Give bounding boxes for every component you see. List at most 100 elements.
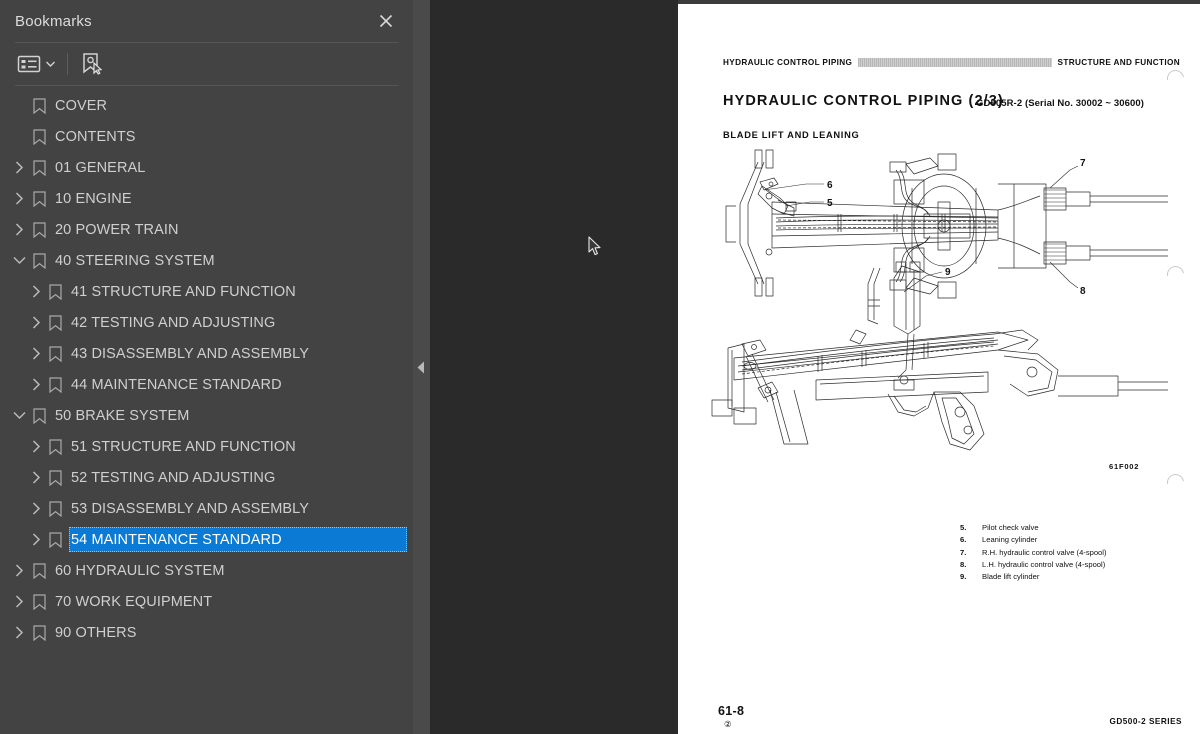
- legend-row: 9. Blade lift cylinder: [960, 571, 1107, 583]
- chevron-right-icon[interactable]: [29, 285, 43, 299]
- bookmark-item[interactable]: 50 BRAKE SYSTEM: [0, 400, 413, 431]
- bookmark-icon: [49, 531, 62, 548]
- mouse-cursor: [588, 236, 602, 257]
- chevron-down-icon[interactable]: [45, 59, 55, 69]
- legend-row: 8. L.H. hydraulic control valve (4-spool): [960, 559, 1107, 571]
- legend-row: 7. R.H. hydraulic control valve (4-spool): [960, 547, 1107, 559]
- redaction-bar: [858, 57, 1052, 67]
- bookmark-icon: [33, 190, 46, 207]
- bookmark-icon: [33, 97, 46, 114]
- bookmark-item-label: 10 ENGINE: [55, 190, 132, 207]
- bookmark-item-label: 20 POWER TRAIN: [55, 221, 179, 238]
- bookmark-icon: [49, 500, 62, 517]
- callout-6: 6: [827, 180, 833, 191]
- bookmark-item-label: 51 STRUCTURE AND FUNCTION: [71, 438, 296, 455]
- callout-9: 9: [945, 267, 951, 278]
- bookmark-item[interactable]: 90 OTHERS: [0, 617, 413, 648]
- bookmark-item[interactable]: 42 TESTING AND ADJUSTING: [0, 307, 413, 338]
- series-footer: GD500-2 SERIES: [1109, 717, 1182, 726]
- bookmark-item[interactable]: 60 HYDRAULIC SYSTEM: [0, 555, 413, 586]
- bookmarks-toolbar: [0, 43, 413, 85]
- document-viewer-background[interactable]: [430, 0, 678, 734]
- document-page[interactable]: HYDRAULIC CONTROL PIPING STRUCTURE AND F…: [678, 4, 1200, 734]
- bookmark-item[interactable]: COVER: [0, 90, 413, 121]
- bookmark-icon: [33, 593, 46, 610]
- bookmark-item-label: 41 STRUCTURE AND FUNCTION: [71, 283, 296, 300]
- bookmarks-tree[interactable]: COVER CONTENTS 01 GENERAL 10 ENGINE 20 POWER…: [0, 90, 413, 734]
- legend-number: 5.: [960, 523, 967, 532]
- chevron-right-icon[interactable]: [12, 564, 26, 578]
- legend-row: 6. Leaning cylinder: [960, 534, 1107, 546]
- pdf-reader-window: Bookmarks COVER CONTENTS 01 GENERAL 10 E…: [0, 0, 1200, 734]
- chevron-right-icon[interactable]: [12, 223, 26, 237]
- bookmark-item[interactable]: 01 GENERAL: [0, 152, 413, 183]
- bookmark-item[interactable]: 20 POWER TRAIN: [0, 214, 413, 245]
- chevron-right-icon[interactable]: [12, 626, 26, 640]
- bookmark-item[interactable]: 70 WORK EQUIPMENT: [0, 586, 413, 617]
- bookmark-item[interactable]: 10 ENGINE: [0, 183, 413, 214]
- chevron-right-icon[interactable]: [12, 192, 26, 206]
- bookmark-icon: [49, 376, 62, 393]
- chevron-right-icon[interactable]: [12, 595, 26, 609]
- toolbar-separator: [67, 53, 68, 75]
- scan-artifact-ring: [1163, 66, 1188, 91]
- panel-splitter[interactable]: [413, 0, 430, 734]
- running-header-right: STRUCTURE AND FUNCTION: [1057, 57, 1180, 67]
- page-running-header: HYDRAULIC CONTROL PIPING STRUCTURE AND F…: [723, 55, 1180, 69]
- bookmark-icon: [49, 438, 62, 455]
- legend-text: L.H. hydraulic control valve (4-spool): [982, 559, 1106, 569]
- list-options-icon[interactable]: [16, 53, 42, 75]
- bookmark-item[interactable]: 51 STRUCTURE AND FUNCTION: [0, 431, 413, 462]
- callout-5: 5: [827, 198, 833, 209]
- chevron-down-icon[interactable]: [12, 254, 26, 268]
- chevron-right-icon[interactable]: [29, 316, 43, 330]
- legend-text: Pilot check valve: [982, 523, 1039, 532]
- bookmark-item-label: 43 DISASSEMBLY AND ASSEMBLY: [71, 345, 310, 362]
- toolbar-divider: [15, 85, 399, 86]
- figure-code: 61F002: [1109, 462, 1140, 471]
- page-subtitle: BLADE LIFT AND LEANING: [723, 130, 860, 140]
- bookmark-item[interactable]: 44 MAINTENANCE STANDARD: [0, 369, 413, 400]
- legend-number: 6.: [960, 535, 967, 545]
- bookmark-icon: [49, 469, 62, 486]
- bookmark-item-label: COVER: [55, 97, 108, 114]
- bookmark-item-label: 53 DISASSEMBLY AND ASSEMBLY: [71, 500, 310, 517]
- chevron-right-icon[interactable]: [29, 533, 43, 547]
- bookmark-item[interactable]: CONTENTS: [0, 121, 413, 152]
- collapse-left-icon[interactable]: [416, 359, 426, 375]
- bookmark-item-label: 44 MAINTENANCE STANDARD: [71, 376, 282, 393]
- bookmark-item[interactable]: 41 STRUCTURE AND FUNCTION: [0, 276, 413, 307]
- bookmark-icon: [33, 624, 46, 641]
- callout-7: 7: [1080, 158, 1086, 169]
- bookmark-icon: [49, 345, 62, 362]
- bookmark-icon: [33, 562, 46, 579]
- bookmark-item[interactable]: 54 MAINTENANCE STANDARD: [0, 524, 413, 555]
- bookmark-item-label: 70 WORK EQUIPMENT: [55, 593, 213, 610]
- chevron-right-icon[interactable]: [29, 471, 43, 485]
- bookmark-cursor-icon[interactable]: [80, 52, 106, 76]
- chevron-right-icon[interactable]: [12, 161, 26, 175]
- chevron-right-icon[interactable]: [29, 378, 43, 392]
- running-header-left: HYDRAULIC CONTROL PIPING: [723, 57, 853, 67]
- page-number: 61-8: [718, 704, 745, 718]
- chevron-down-icon[interactable]: [12, 409, 26, 423]
- bookmark-item[interactable]: 53 DISASSEMBLY AND ASSEMBLY: [0, 493, 413, 524]
- model-serial-label: GD505R-2 (Serial No. 30002 ~ 30600): [976, 98, 1144, 109]
- bookmark-item[interactable]: 40 STEERING SYSTEM: [0, 245, 413, 276]
- bookmark-item[interactable]: 43 DISASSEMBLY AND ASSEMBLY: [0, 338, 413, 369]
- bookmark-item-label: 54 MAINTENANCE STANDARD: [71, 531, 282, 548]
- chevron-right-icon[interactable]: [29, 502, 43, 516]
- legend-text: Leaning cylinder: [982, 535, 1038, 545]
- chevron-right-icon[interactable]: [29, 440, 43, 454]
- bookmark-icon: [33, 252, 46, 269]
- legend-number: 9.: [960, 572, 967, 582]
- bookmark-item-label: 52 TESTING AND ADJUSTING: [71, 469, 276, 486]
- scan-artifact-ring: [1163, 470, 1188, 495]
- bookmark-icon: [33, 221, 46, 238]
- chevron-right-icon[interactable]: [29, 347, 43, 361]
- bookmark-item[interactable]: 52 TESTING AND ADJUSTING: [0, 462, 413, 493]
- bookmark-icon: [33, 407, 46, 424]
- bookmark-icon: [33, 159, 46, 176]
- close-icon[interactable]: [375, 10, 397, 32]
- legend-row: 5. Pilot check valve: [960, 522, 1107, 534]
